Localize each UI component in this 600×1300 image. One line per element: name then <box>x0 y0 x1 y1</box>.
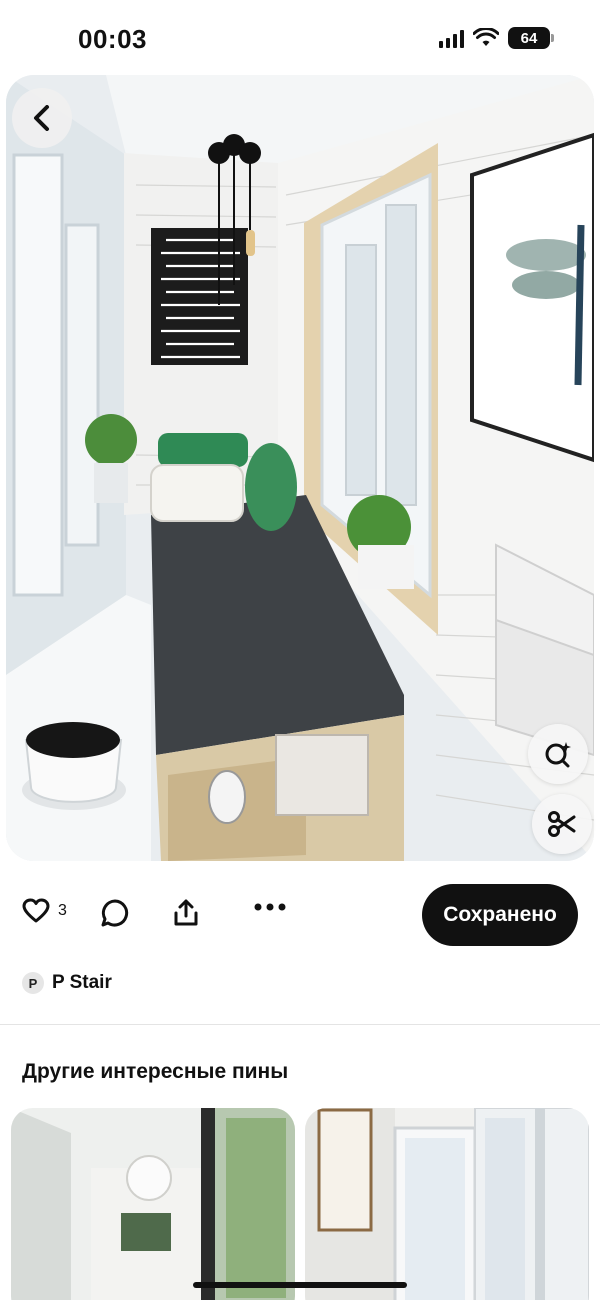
share-button[interactable] <box>172 898 200 928</box>
related-pin[interactable] <box>11 1108 295 1300</box>
like-button[interactable]: 3 <box>22 898 67 924</box>
status-time: 00:03 <box>78 24 147 54</box>
related-pin-image <box>11 1108 295 1300</box>
share-icon <box>174 899 198 926</box>
battery-level: 64 <box>520 29 538 47</box>
author-row[interactable]: P P Stair <box>22 972 112 994</box>
chevron-left-icon <box>34 105 49 131</box>
battery-icon: 64 <box>508 27 554 49</box>
comment-icon <box>101 899 129 927</box>
home-indicator[interactable] <box>193 1282 407 1288</box>
scissors-icon <box>548 811 576 837</box>
comment-button[interactable] <box>100 898 130 928</box>
more-button[interactable] <box>254 902 286 912</box>
pin-image[interactable] <box>6 75 594 861</box>
save-button[interactable]: Сохранено <box>422 884 578 946</box>
related-pin[interactable] <box>305 1108 589 1300</box>
status-bar: 00:03 64 <box>0 0 600 76</box>
avatar: P <box>22 972 44 994</box>
balcony-photo <box>6 75 594 861</box>
related-section-title: Другие интересные пины <box>22 1060 289 1083</box>
divider <box>0 1024 600 1025</box>
action-row: 3 Сохранено <box>0 884 600 946</box>
visual-search-button[interactable] <box>528 724 588 784</box>
back-button[interactable] <box>12 88 72 148</box>
status-icons: 64 <box>439 27 554 49</box>
like-count: 3 <box>58 902 67 919</box>
signal-icon <box>439 28 464 48</box>
author-name: P Stair <box>52 972 112 993</box>
visual-search-icon <box>545 742 571 768</box>
cutout-button[interactable] <box>532 794 592 854</box>
more-icon <box>254 903 286 911</box>
wifi-icon <box>473 28 499 46</box>
heart-icon <box>22 898 50 923</box>
related-pin-image <box>305 1108 589 1300</box>
